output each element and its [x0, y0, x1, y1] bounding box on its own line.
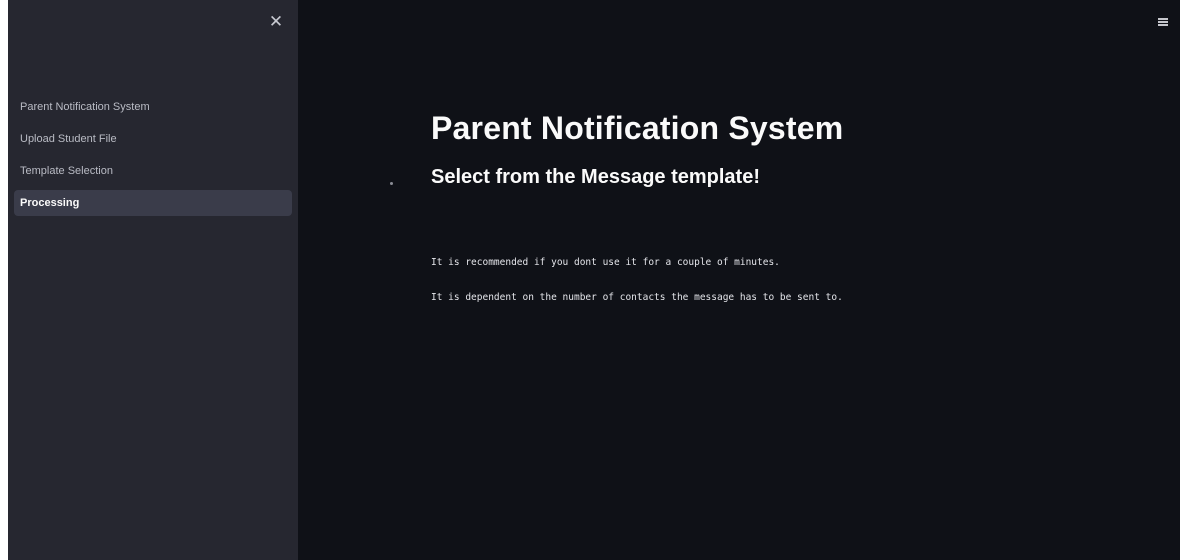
- note-recommendation: It is recommended if you dont use it for…: [431, 257, 780, 268]
- app-window: ✕ Parent Notification System Upload Stud…: [8, 0, 1180, 560]
- sidebar-nav: Parent Notification System Upload Studen…: [8, 94, 298, 222]
- close-icon[interactable]: ✕: [268, 14, 284, 31]
- sidebar: ✕ Parent Notification System Upload Stud…: [8, 0, 298, 560]
- content-area: Parent Notification System Select from t…: [431, 108, 1140, 326]
- page-title: Parent Notification System: [431, 110, 844, 146]
- hamburger-menu-icon[interactable]: [1158, 18, 1168, 26]
- bullet-dot: [390, 182, 393, 185]
- note-dependency: It is dependent on the number of contact…: [431, 292, 843, 303]
- notes: It is recommended if you dont use it for…: [431, 256, 1140, 305]
- sidebar-item-parent-notification-system[interactable]: Parent Notification System: [14, 94, 292, 120]
- sidebar-item-template-selection[interactable]: Template Selection: [14, 158, 292, 184]
- sidebar-item-processing[interactable]: Processing: [14, 190, 292, 216]
- page-subtitle: Select from the Message template!: [431, 166, 760, 188]
- main-content: Parent Notification System Select from t…: [298, 0, 1180, 560]
- sidebar-item-upload-student-file[interactable]: Upload Student File: [14, 126, 292, 152]
